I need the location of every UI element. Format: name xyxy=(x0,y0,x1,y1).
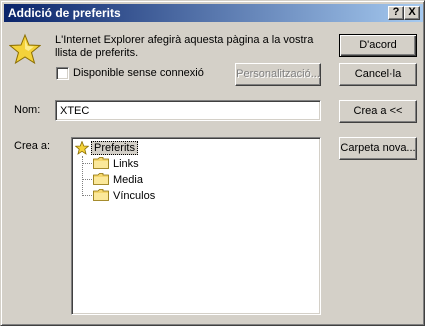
favorites-star-icon xyxy=(75,141,89,155)
offline-checkbox[interactable] xyxy=(56,67,69,80)
message-line-2: llista de preferits. xyxy=(55,47,139,59)
message-line-1: L'Internet Explorer afegirà aquesta pàgi… xyxy=(55,34,314,46)
folder-icon xyxy=(93,173,109,185)
favorites-star-icon xyxy=(9,33,41,65)
tree-item-links[interactable]: Links xyxy=(113,156,139,172)
close-button[interactable]: X xyxy=(404,6,420,20)
create-in-button[interactable]: Crea a << xyxy=(339,100,417,123)
tree-item-preferits[interactable]: Preferits xyxy=(91,140,138,156)
name-label: Nom: xyxy=(14,104,41,116)
tree-line xyxy=(83,179,92,180)
customize-button[interactable]: Personalització... xyxy=(235,63,321,86)
tree-line xyxy=(83,195,92,196)
folder-icon xyxy=(93,157,109,169)
help-button[interactable]: ? xyxy=(388,6,404,20)
tree-item-media[interactable]: Media xyxy=(113,172,143,188)
folder-icon xyxy=(93,189,109,201)
create-in-label: Crea a: xyxy=(14,140,51,152)
tree-line xyxy=(82,156,83,196)
tree-item-label: Preferits xyxy=(91,141,138,155)
name-input[interactable]: XTEC xyxy=(55,100,321,121)
ok-button[interactable]: D'acord xyxy=(339,34,417,57)
new-folder-button[interactable]: Carpeta nova... xyxy=(339,137,417,160)
add-favorite-dialog: Addició de preferits ? X L'Internet Expl… xyxy=(0,0,425,326)
cancel-button[interactable]: Cancel·la xyxy=(339,63,417,86)
name-input-value: XTEC xyxy=(60,105,90,117)
tree-line xyxy=(83,163,92,164)
title-bar[interactable]: Addició de preferits ? X xyxy=(4,4,423,22)
customize-button-label: Personalització... xyxy=(236,68,320,80)
folder-tree[interactable]: Preferits Links Media Vínculos xyxy=(71,137,321,315)
tree-item-vinculos[interactable]: Vínculos xyxy=(113,188,155,204)
offline-checkbox-label[interactable]: Disponible sense connexió xyxy=(73,67,204,80)
dialog-title: Addició de preferits xyxy=(8,6,121,20)
